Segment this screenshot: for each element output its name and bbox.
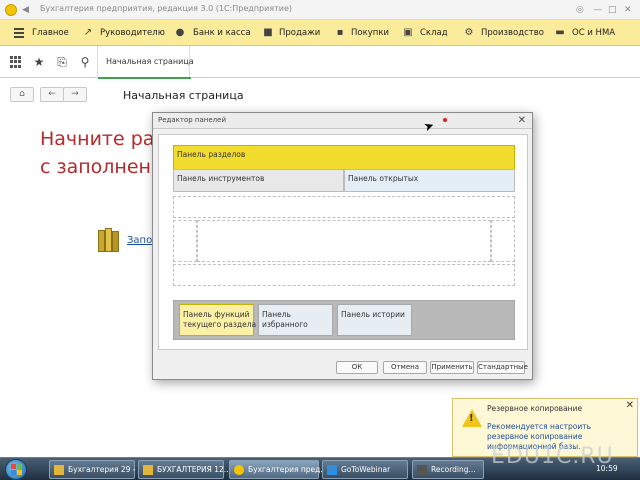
panel-open-label: Панель открытых xyxy=(348,174,419,183)
panel-history-label: Панель истории xyxy=(341,310,405,319)
taskbar-item-5[interactable]: Recording... xyxy=(412,460,484,479)
apply-button[interactable]: Применить xyxy=(430,361,474,374)
folder-icon xyxy=(54,465,64,475)
page-title: Начальная страница xyxy=(123,89,244,102)
panel-layout-canvas: Панель разделов Панель инструментов Пане… xyxy=(158,134,528,350)
tab-home-page-label: Начальная страница xyxy=(106,57,194,66)
windows-logo-icon xyxy=(11,464,22,475)
recording-icon xyxy=(417,465,427,475)
menu-icon xyxy=(13,26,25,38)
window-titlebar: ◀ Бухгалтерия предприятия, редакция 3.0 … xyxy=(0,0,640,20)
taskbar-item-2-label: БУХГАЛТЕРИЯ 12... xyxy=(157,465,231,474)
webinar-icon xyxy=(327,465,337,475)
taskbar-item-3-label: Бухгалтерия пред... xyxy=(248,465,328,474)
panel-sections-label: Панель разделов xyxy=(177,150,246,159)
settings-icon[interactable]: ◎ xyxy=(576,4,584,16)
1c-app-icon xyxy=(234,465,244,475)
minimize-button[interactable]: — xyxy=(593,4,602,16)
bag-icon: ■ xyxy=(263,27,273,38)
section-sales[interactable]: Продажи xyxy=(279,20,320,46)
ok-button[interactable]: ОК xyxy=(336,361,378,374)
all-functions-icon[interactable] xyxy=(7,53,25,71)
taskbar-item-2[interactable]: БУХГАЛТЕРИЯ 12... xyxy=(138,460,231,479)
home-button[interactable]: ⌂ xyxy=(10,87,34,102)
panel-open-block[interactable]: Панель открытых xyxy=(344,169,515,192)
history-icon[interactable]: ⎘ xyxy=(53,53,71,71)
warehouse-icon: ▣ xyxy=(403,27,413,38)
section-warehouse[interactable]: Склад xyxy=(420,20,448,46)
panel-favorites-block[interactable]: Панель избранного xyxy=(258,304,333,336)
warning-exclamation: ! xyxy=(469,413,474,424)
start-button[interactable] xyxy=(5,459,27,480)
dialog-title: Редактор панелей xyxy=(158,116,226,124)
forward-button[interactable]: → xyxy=(63,87,87,102)
factory-icon: ⚙ xyxy=(464,27,474,38)
cancel-button[interactable]: Отмена xyxy=(383,361,427,374)
panel-favorites-label: Панель избранного xyxy=(262,310,308,329)
active-tab-indicator xyxy=(98,77,191,79)
cart-icon: ▪ xyxy=(336,27,344,38)
taskbar-item-3[interactable]: Бухгалтерия пред... xyxy=(229,460,327,479)
truck-icon: ▬ xyxy=(555,27,565,38)
chart-icon: ↗ xyxy=(83,27,93,38)
section-bank[interactable]: Банк и касса xyxy=(193,20,251,46)
notification-close-icon[interactable]: ✕ xyxy=(626,400,634,411)
back-arrow-icon[interactable]: ◀ xyxy=(22,4,29,16)
standard-button[interactable]: Стандартные xyxy=(477,361,528,374)
red-dot-indicator xyxy=(443,118,447,122)
taskbar-item-1[interactable]: Бухгалтерия 29 - ... xyxy=(49,460,145,479)
taskbar-item-1-label: Бухгалтерия 29 - ... xyxy=(68,465,146,474)
drop-zone-right[interactable] xyxy=(491,220,515,262)
watermark-text: EDU1C.RU xyxy=(491,444,614,469)
panel-functions-label: Панель функций текущего раздела xyxy=(183,310,257,329)
fill-details-link[interactable]: Запо xyxy=(127,235,152,246)
section-manager[interactable]: Руководителю xyxy=(100,20,165,46)
tab-home-page[interactable]: Начальная страница xyxy=(97,46,194,79)
bank-icon: ● xyxy=(175,27,185,38)
dialog-titlebar[interactable]: Редактор панелей ✕ xyxy=(153,113,532,129)
section-main[interactable]: Главное xyxy=(32,20,69,46)
panel-sections-block[interactable]: Панель разделов xyxy=(173,145,515,170)
work-area-zone xyxy=(197,220,491,262)
search-icon[interactable]: ⚲ xyxy=(76,53,94,71)
drop-zone-bottom[interactable] xyxy=(173,264,515,286)
taskbar-item-4-label: GoToWebinar xyxy=(341,465,391,474)
sections-panel: Главное ↗ Руководителю ● Банк и касса ■ … xyxy=(0,20,640,46)
tools-panel: ★ ⎘ ⚲ Начальная страница xyxy=(0,46,640,79)
binders-icon xyxy=(98,228,120,252)
panel-history-block[interactable]: Панель истории xyxy=(337,304,412,336)
window-caption: Бухгалтерия предприятия, редакция 3.0 (1… xyxy=(40,4,293,13)
maximize-button[interactable]: □ xyxy=(608,4,617,16)
notification-title: Резервное копирование xyxy=(487,404,583,413)
1c-logo-icon xyxy=(5,4,17,16)
section-production[interactable]: Производство xyxy=(481,20,544,46)
panel-tools-label: Панель инструментов xyxy=(177,174,265,183)
section-purchases[interactable]: Покупки xyxy=(351,20,389,46)
section-fixed-assets[interactable]: ОС и НМА xyxy=(572,20,615,46)
taskbar-item-5-label: Recording... xyxy=(431,465,476,474)
back-button[interactable]: ← xyxy=(40,87,64,102)
taskbar-item-4[interactable]: GoToWebinar xyxy=(322,460,408,479)
panel-tools-block[interactable]: Панель инструментов xyxy=(173,169,344,192)
dialog-close-icon[interactable]: ✕ xyxy=(518,114,526,127)
drop-zone-top[interactable] xyxy=(173,196,515,218)
favorites-star-icon[interactable]: ★ xyxy=(30,53,48,71)
folder-icon xyxy=(143,465,153,475)
drop-zone-left[interactable] xyxy=(173,220,197,262)
panel-editor-dialog: Редактор панелей ✕ Панель разделов Панел… xyxy=(152,112,533,380)
close-button[interactable]: ✕ xyxy=(624,4,632,16)
panel-functions-block[interactable]: Панель функций текущего раздела xyxy=(179,304,257,336)
